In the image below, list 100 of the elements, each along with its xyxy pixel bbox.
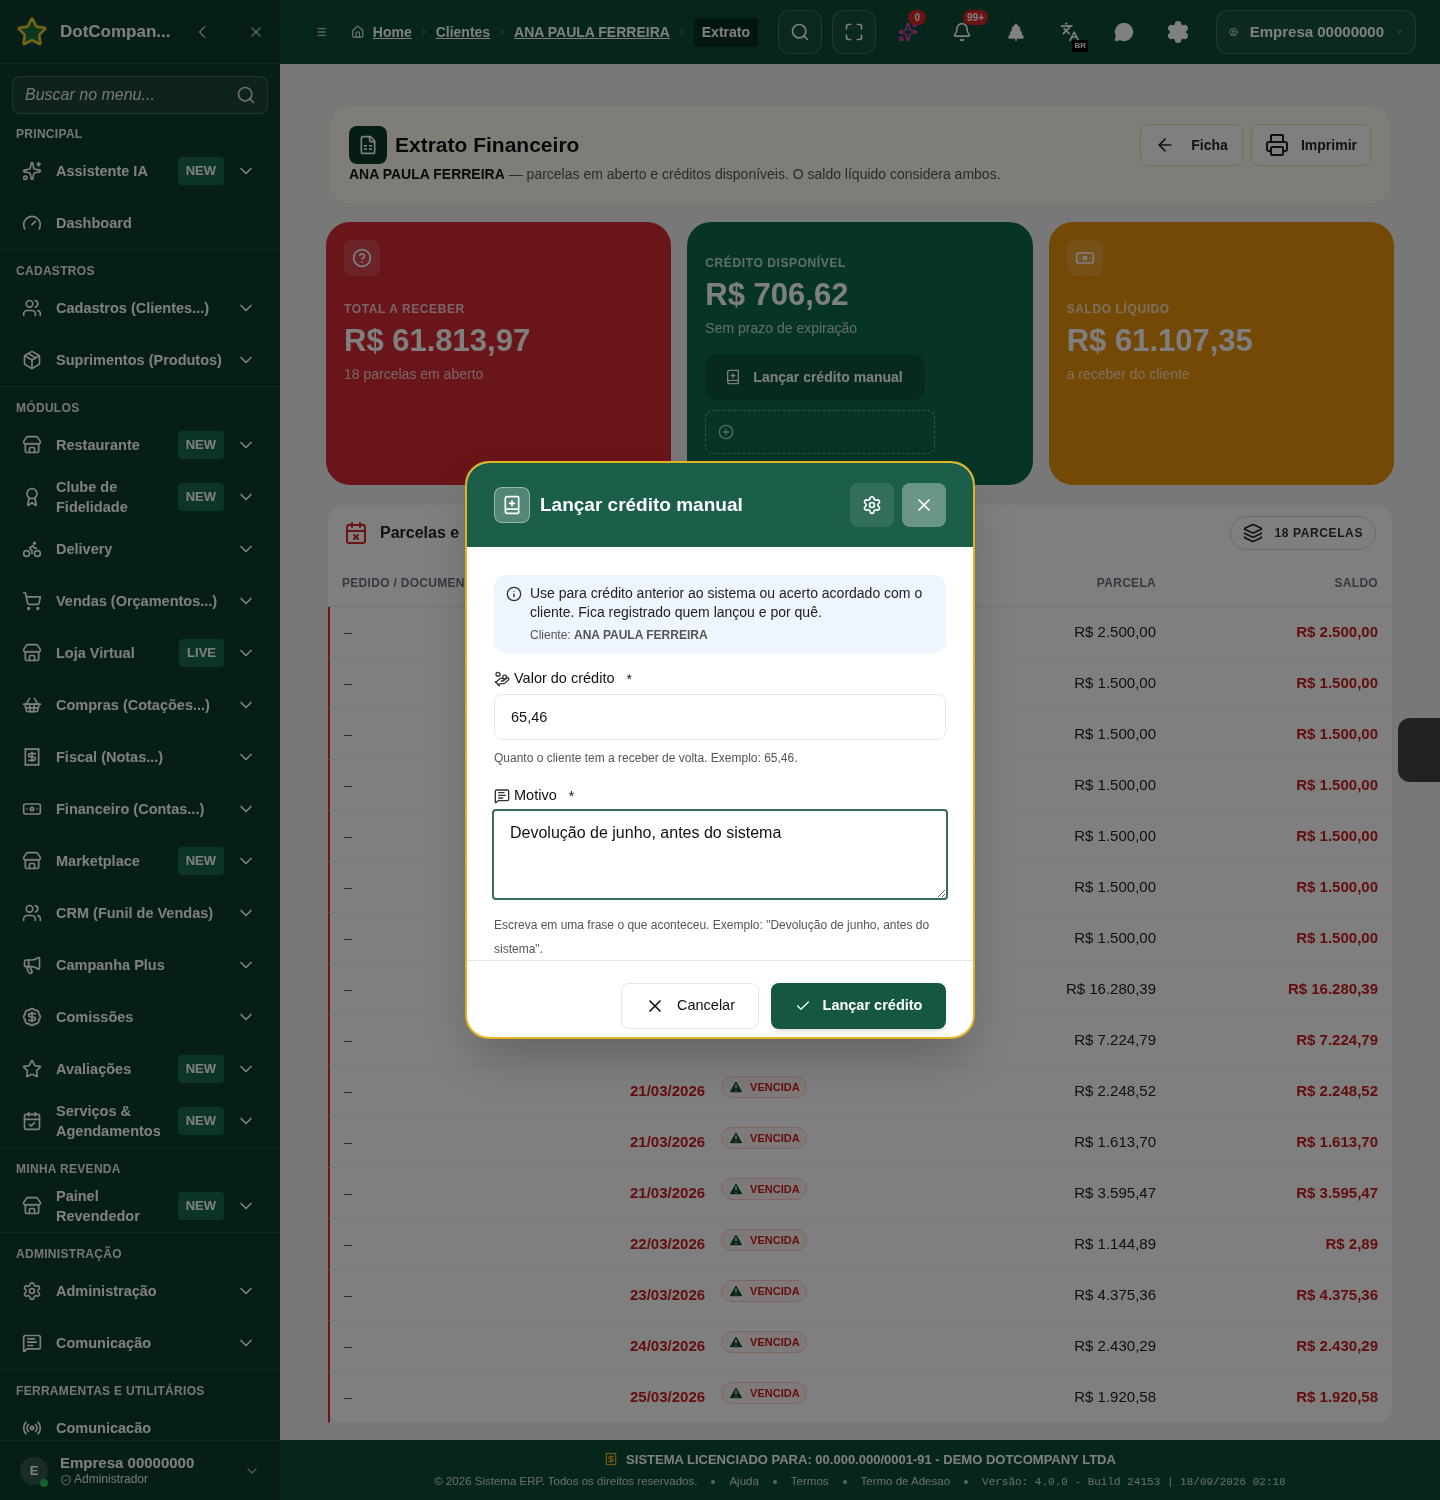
breadcrumb-link[interactable]: ANA PAULA FERREIRA bbox=[514, 21, 670, 43]
menu-item-label: CRM (Funil de Vendas) bbox=[56, 904, 215, 923]
menu-item[interactable]: Assistente IA NEW bbox=[0, 145, 280, 197]
footer-link[interactable]: Ajuda bbox=[729, 1473, 759, 1491]
menu-item-label: Loja Virtual bbox=[56, 644, 136, 663]
due-date: 22/03/2026 bbox=[630, 1233, 706, 1254]
footer-link[interactable]: Termo de Adesao bbox=[860, 1473, 951, 1491]
breadcrumb-link[interactable]: Clientes bbox=[435, 21, 491, 43]
section-title: MÓDULOS bbox=[16, 399, 80, 417]
menu-item-label: Administração bbox=[56, 1282, 158, 1301]
layers-icon bbox=[1242, 522, 1263, 543]
menu-item-label: Vendas (Orçamentos...) bbox=[56, 592, 219, 611]
balance-cell-text: R$ 2.430,29 bbox=[1295, 1335, 1378, 1356]
menu-item[interactable]: Compras (Cotações...) bbox=[0, 679, 280, 731]
balance-cell-text: R$ 2.500,00 bbox=[1295, 621, 1378, 642]
menu-item[interactable]: Fiscal (Notas...) bbox=[0, 731, 280, 783]
balance-cell-text: R$ 1.500,00 bbox=[1295, 825, 1378, 846]
cancel-button[interactable]: Cancelar bbox=[621, 982, 759, 1029]
menu-item[interactable]: CRM (Funil de Vendas) bbox=[0, 887, 280, 939]
card-note: Sem prazo de expiração bbox=[705, 320, 858, 336]
menu-item-icon bbox=[22, 161, 42, 181]
menu-item-label: Marketplace bbox=[56, 852, 141, 871]
warning-icon bbox=[728, 1130, 745, 1146]
menu-item[interactable]: Clube de Fidelidade NEW bbox=[0, 471, 280, 523]
balance-cell-text: R$ 1.500,00 bbox=[1295, 927, 1378, 948]
due-date: 25/03/2026 bbox=[630, 1386, 706, 1407]
close-button[interactable] bbox=[902, 483, 946, 527]
confirm-button[interactable]: Lançar crédito bbox=[771, 982, 946, 1029]
installment-cell-text: R$ 16.280,39 bbox=[1064, 978, 1156, 999]
menu-item-label: Compras (Cotações...) bbox=[56, 696, 211, 715]
menu-item[interactable]: Comunicação bbox=[0, 1317, 280, 1369]
menu-item-label: Campanha Plus bbox=[56, 956, 166, 975]
ai-button[interactable]: 0 bbox=[886, 10, 930, 54]
balance-cell-text: R$ 7.224,79 bbox=[1295, 1029, 1378, 1050]
menu-item[interactable]: Avaliações NEW bbox=[0, 1043, 280, 1095]
menu-item[interactable]: Painel Revendedor NEW bbox=[0, 1180, 280, 1232]
translate-icon bbox=[1060, 22, 1080, 42]
installment-cell-text: R$ 2.500,00 bbox=[1073, 621, 1156, 642]
side-tab[interactable] bbox=[1398, 718, 1440, 782]
menu-item[interactable]: Campanha Plus bbox=[0, 939, 280, 991]
menu-item-icon bbox=[22, 1333, 42, 1353]
menu-item[interactable]: Delivery bbox=[0, 523, 280, 575]
menu-item-label: Fiscal (Notas...) bbox=[56, 748, 165, 767]
breadcrumb-link[interactable]: Home bbox=[372, 21, 412, 43]
menu-item-icon bbox=[22, 1111, 42, 1131]
reason-field[interactable]: Devolução de junho, antes do sistema bbox=[492, 809, 948, 900]
installment-cell-text: R$ 2.430,29 bbox=[1073, 1335, 1156, 1356]
menu-item[interactable]: Financeiro (Contas...) bbox=[0, 783, 280, 835]
menu-item[interactable]: Comissões bbox=[0, 991, 280, 1043]
menu-item[interactable]: Marketplace NEW bbox=[0, 835, 280, 887]
status-badge: VENCIDA bbox=[721, 1126, 807, 1150]
menu-item-icon bbox=[22, 539, 42, 559]
menu-item[interactable]: Vendas (Orçamentos...) bbox=[0, 575, 280, 627]
dialog-title: Lançar crédito manual bbox=[540, 492, 743, 517]
installment-cell-text: R$ 1.920,58 bbox=[1073, 1386, 1156, 1407]
menu-item[interactable]: Restaurante NEW bbox=[0, 419, 280, 471]
money-icon bbox=[494, 671, 510, 687]
back-button[interactable]: Ficha bbox=[1140, 124, 1243, 166]
sparkles-icon bbox=[898, 22, 918, 42]
balance-cell-text: R$ 16.280,39 bbox=[1286, 978, 1378, 999]
print-button[interactable]: Imprimir bbox=[1251, 124, 1371, 166]
field-hint: Quanto o cliente tem a receber de volta. Exemplo: 65,46. bbox=[494, 751, 798, 765]
notebook-plus-icon bbox=[494, 487, 530, 523]
menu-item-icon bbox=[22, 955, 42, 975]
language-button[interactable]: BR bbox=[1048, 10, 1092, 54]
chat-icon bbox=[1114, 22, 1134, 42]
warning-icon bbox=[728, 1181, 745, 1197]
tree-icon bbox=[1006, 22, 1026, 42]
menu-item[interactable]: Dashboard bbox=[0, 197, 280, 249]
menu-item-label: Comunicação bbox=[56, 1334, 153, 1353]
installment-cell-text: R$ 2.248,52 bbox=[1073, 1080, 1156, 1101]
amount-field[interactable]: 65,46 bbox=[494, 694, 946, 740]
menu-item[interactable]: Loja Virtual LIVE bbox=[0, 627, 280, 679]
field-label: Valor do crédito bbox=[514, 669, 615, 689]
menu-item[interactable]: Suprimentos (Produtos) bbox=[0, 334, 280, 386]
status-badge: VENCIDA bbox=[721, 1177, 807, 1201]
due-date: 21/03/2026 bbox=[630, 1080, 706, 1101]
menu-item-icon bbox=[22, 1418, 42, 1438]
due-date: 23/03/2026 bbox=[630, 1284, 706, 1305]
new-badge: NEW bbox=[177, 1192, 224, 1220]
settings-button[interactable] bbox=[850, 483, 894, 527]
column-header: SALDO bbox=[1333, 575, 1378, 592]
document-cell: – bbox=[344, 1134, 352, 1150]
menu-item[interactable]: Cadastros (Clientes...) bbox=[0, 282, 280, 334]
menu-item[interactable]: Comunicacão bbox=[0, 1402, 280, 1440]
new-badge: NEW bbox=[177, 431, 224, 459]
menu-item[interactable]: Administração bbox=[0, 1265, 280, 1317]
warning-icon bbox=[728, 1385, 745, 1401]
footer-link[interactable]: Termos bbox=[790, 1473, 829, 1491]
menu-item[interactable]: Serviços & Agendamentos NEW bbox=[0, 1095, 280, 1147]
balance-cell-text: R$ 1.500,00 bbox=[1295, 723, 1378, 744]
menu-item-label: Comissões bbox=[56, 1008, 135, 1027]
installment-cell-text: R$ 1.144,89 bbox=[1073, 1233, 1156, 1254]
copyright-text: © 2026 Sistema ERP. Todos os direitos reservados. bbox=[434, 1474, 698, 1490]
required-mark: * bbox=[626, 669, 632, 689]
document-cell: – bbox=[344, 1185, 352, 1201]
balance-cell-text: R$ 1.500,00 bbox=[1295, 876, 1378, 897]
panel-title: Parcelas e bbox=[380, 522, 460, 543]
installment-cell-text: R$ 7.224,79 bbox=[1073, 1029, 1156, 1050]
field-hint: Escreva em uma frase o que aconteceu. Exemplo: "Devolução de junho, antes do sistema". bbox=[494, 918, 930, 956]
